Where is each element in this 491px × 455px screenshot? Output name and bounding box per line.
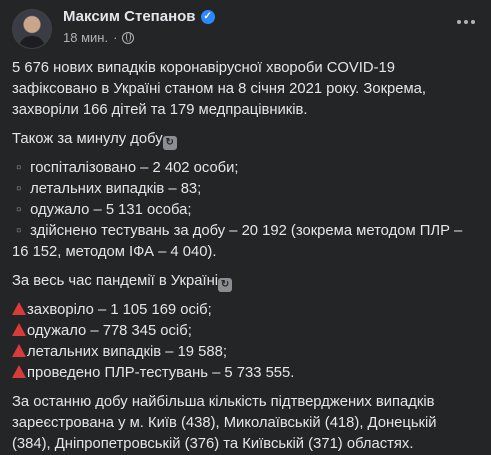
dot-separator: ·	[113, 30, 118, 45]
avatar[interactable]	[12, 9, 52, 49]
list-item: проведено ПЛР-тестувань – 5 733 555.	[12, 363, 479, 384]
post-time[interactable]: 18 мин.	[63, 30, 108, 45]
list-item-text: захворіло – 1 105 169 осіб;	[27, 302, 212, 318]
pandemic-title: За весь час пандемії в Україні	[12, 273, 219, 289]
pandemic-heading: За весь час пандемії в Україні ↻	[12, 271, 479, 292]
list-item-continuation: 16 152, методом ІФА – 4 040).	[12, 244, 217, 260]
red-triangle-icon	[12, 323, 26, 336]
list-item-text: летальних випадків – 19 588;	[27, 344, 227, 360]
red-triangle-icon	[12, 302, 26, 315]
refresh-emoji-icon: ↻	[162, 136, 177, 150]
list-item: ▫ госпіталізовано – 2 402 особи;	[12, 158, 479, 179]
author-name[interactable]: Максим Степанов	[63, 8, 196, 25]
list-item-text: одужало – 5 131 особа;	[30, 202, 192, 218]
post-body: 5 676 нових випадків коронавірусної хвор…	[0, 58, 491, 455]
list-item-text: летальних випадків – 83;	[30, 181, 202, 197]
globe-icon	[122, 31, 135, 44]
more-options-icon[interactable]	[454, 12, 478, 32]
red-triangle-icon	[12, 344, 26, 357]
list-item: ▫ летальних випадків – 83;	[12, 179, 479, 200]
verified-badge-icon: ✓	[200, 9, 215, 24]
dash-icon: ▫	[16, 223, 22, 239]
post-intro: 5 676 нових випадків коронавірусної хвор…	[12, 60, 427, 118]
list-item-text: здійснено тестувань за добу – 20 192 (зо…	[30, 223, 463, 239]
list-item: одужало – 778 345 осіб;	[12, 321, 479, 342]
list-item-text: проведено ПЛР-тестувань – 5 733 555.	[27, 365, 295, 381]
dash-icon: ▫	[16, 160, 22, 176]
list-item: захворіло – 1 105 169 осіб;	[12, 300, 479, 321]
facebook-post: Максим Степанов ✓ 18 мин. · 5 676 нових …	[0, 0, 491, 452]
refresh-emoji-icon: ↻	[218, 278, 233, 292]
last-day-title: Також за минулу добу	[12, 131, 163, 147]
list-item: ▫ здійснено тестувань за добу – 20 192 (…	[12, 221, 479, 242]
dash-icon: ▫	[16, 202, 22, 218]
dash-icon: ▫	[16, 181, 22, 197]
list-item: летальних випадків – 19 588;	[12, 342, 479, 363]
post-outro: За останню добу найбільша кількість підт…	[12, 394, 437, 452]
post-meta: 18 мин. ·	[63, 30, 135, 45]
list-item-text: госпіталізовано – 2 402 особи;	[30, 160, 239, 176]
author-row: Максим Степанов ✓	[63, 8, 215, 25]
last-day-heading: Також за минулу добу ↻	[12, 129, 479, 150]
post-header: Максим Степанов ✓ 18 мин. ·	[0, 0, 491, 58]
list-item: ▫ одужало – 5 131 особа;	[12, 200, 479, 221]
list-item-text: одужало – 778 345 осіб;	[27, 323, 192, 339]
red-triangle-icon	[12, 365, 26, 378]
